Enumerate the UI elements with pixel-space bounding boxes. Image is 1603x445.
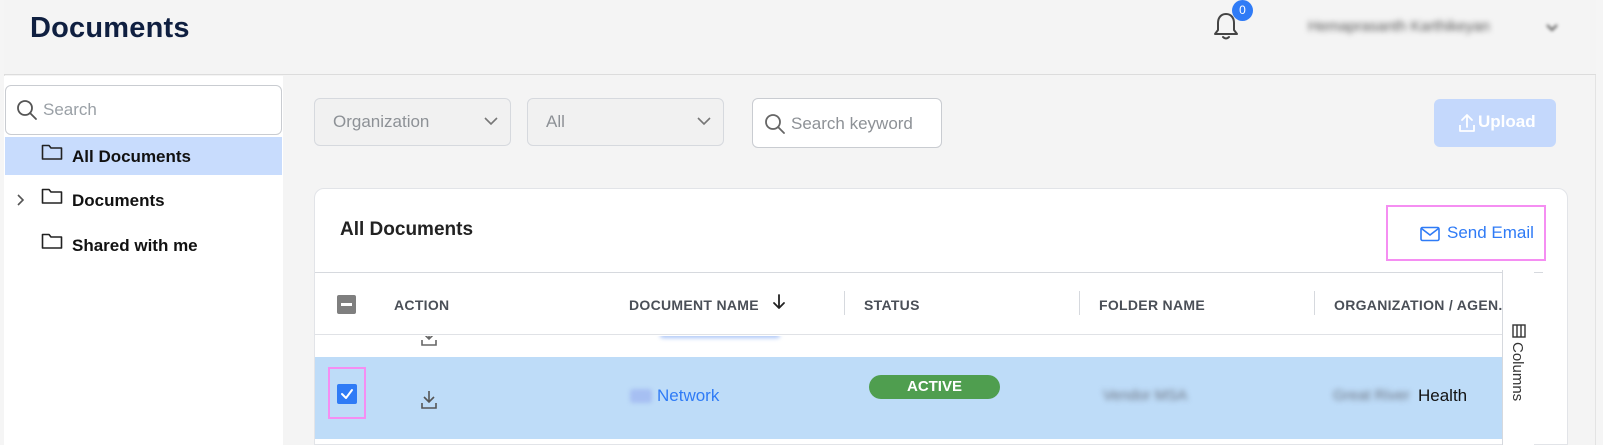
document-name-link[interactable]: Network <box>657 386 719 406</box>
chevron-down-icon <box>484 117 498 126</box>
send-email-label: Send Email <box>1447 223 1534 242</box>
upload-button[interactable]: Upload <box>1434 99 1556 147</box>
chevron-down-icon[interactable] <box>1545 20 1559 34</box>
upload-button-label: Upload <box>1478 112 1536 131</box>
organization-select-value: Organization <box>333 112 430 131</box>
status-badge: ACTIVE <box>869 375 1000 399</box>
redacted-document-name <box>660 336 780 338</box>
send-email-button[interactable]: Send Email <box>1386 205 1546 261</box>
organization-name-redacted: Great River <box>1333 387 1410 404</box>
keyword-search-placeholder: Search keyword <box>791 114 913 133</box>
chevron-down-icon <box>697 117 711 126</box>
select-all-checkbox[interactable] <box>337 295 356 314</box>
row-checkbox-highlight <box>328 367 366 419</box>
table-row[interactable]: RN Network ACTIVE Vendor MSA Great River… <box>315 357 1534 439</box>
folder-icon <box>41 188 63 204</box>
folder-icon <box>41 233 63 249</box>
search-icon <box>765 114 785 134</box>
folder-name: Vendor MSA <box>1103 387 1188 404</box>
column-header-action[interactable]: ACTION <box>394 297 449 313</box>
row-checkbox[interactable] <box>337 384 357 404</box>
page-title: Documents <box>30 12 190 44</box>
column-header-document-name[interactable]: DOCUMENT NAME <box>629 297 759 313</box>
sidebar-item-label: Documents <box>72 191 165 210</box>
download-icon[interactable] <box>420 390 438 410</box>
chevron-right-icon[interactable] <box>16 193 26 207</box>
status-select-value: All <box>546 112 565 131</box>
sidebar-search-placeholder: Search <box>43 100 97 119</box>
status-select[interactable]: All <box>527 98 724 146</box>
sidebar-item-label: All Documents <box>72 147 192 166</box>
columns-label: Columns <box>1509 342 1526 402</box>
sidebar-search-input[interactable]: Search <box>5 85 282 135</box>
user-name[interactable]: Hemaprasanth Karthikeyan <box>1308 18 1490 35</box>
search-icon <box>17 100 37 120</box>
documents-panel: All Documents Send Email ACTION DOCUMENT… <box>314 188 1568 445</box>
notification-badge: 0 <box>1232 0 1253 21</box>
download-icon[interactable] <box>420 336 438 348</box>
column-divider[interactable] <box>1079 291 1080 315</box>
sidebar-item-shared-with-me[interactable]: Shared with me <box>5 226 282 264</box>
column-divider[interactable] <box>844 291 845 315</box>
sidebar-item-label: Shared with me <box>72 236 198 255</box>
column-header-organization[interactable]: ORGANIZATION / AGEN... <box>1334 297 1511 313</box>
table-header: ACTION DOCUMENT NAME STATUS FOLDER NAME … <box>315 273 1534 335</box>
sidebar-item-documents[interactable]: Documents <box>5 181 282 219</box>
keyword-search-input[interactable]: Search keyword <box>752 98 942 148</box>
organization-name: Health <box>1418 386 1468 405</box>
sidebar: Search All Documents Documents Shared wi… <box>4 76 283 445</box>
column-header-status[interactable]: STATUS <box>864 297 920 313</box>
sidebar-item-all-documents[interactable]: All Documents <box>5 137 282 175</box>
column-header-folder-name[interactable]: FOLDER NAME <box>1099 297 1205 313</box>
top-bar: Documents <box>4 0 1596 75</box>
sort-descending-icon[interactable] <box>772 293 786 311</box>
upload-icon <box>1459 114 1475 132</box>
columns-toggle[interactable]: Columns <box>1502 270 1534 445</box>
mail-icon <box>1420 226 1440 242</box>
organization-select[interactable]: Organization <box>314 98 511 146</box>
folder-icon <box>41 144 63 160</box>
columns-icon <box>1512 324 1526 338</box>
redacted-document-prefix: RN <box>630 389 652 403</box>
column-divider[interactable] <box>1314 291 1315 315</box>
panel-title: All Documents <box>340 219 474 240</box>
checkmark-icon <box>341 389 353 399</box>
